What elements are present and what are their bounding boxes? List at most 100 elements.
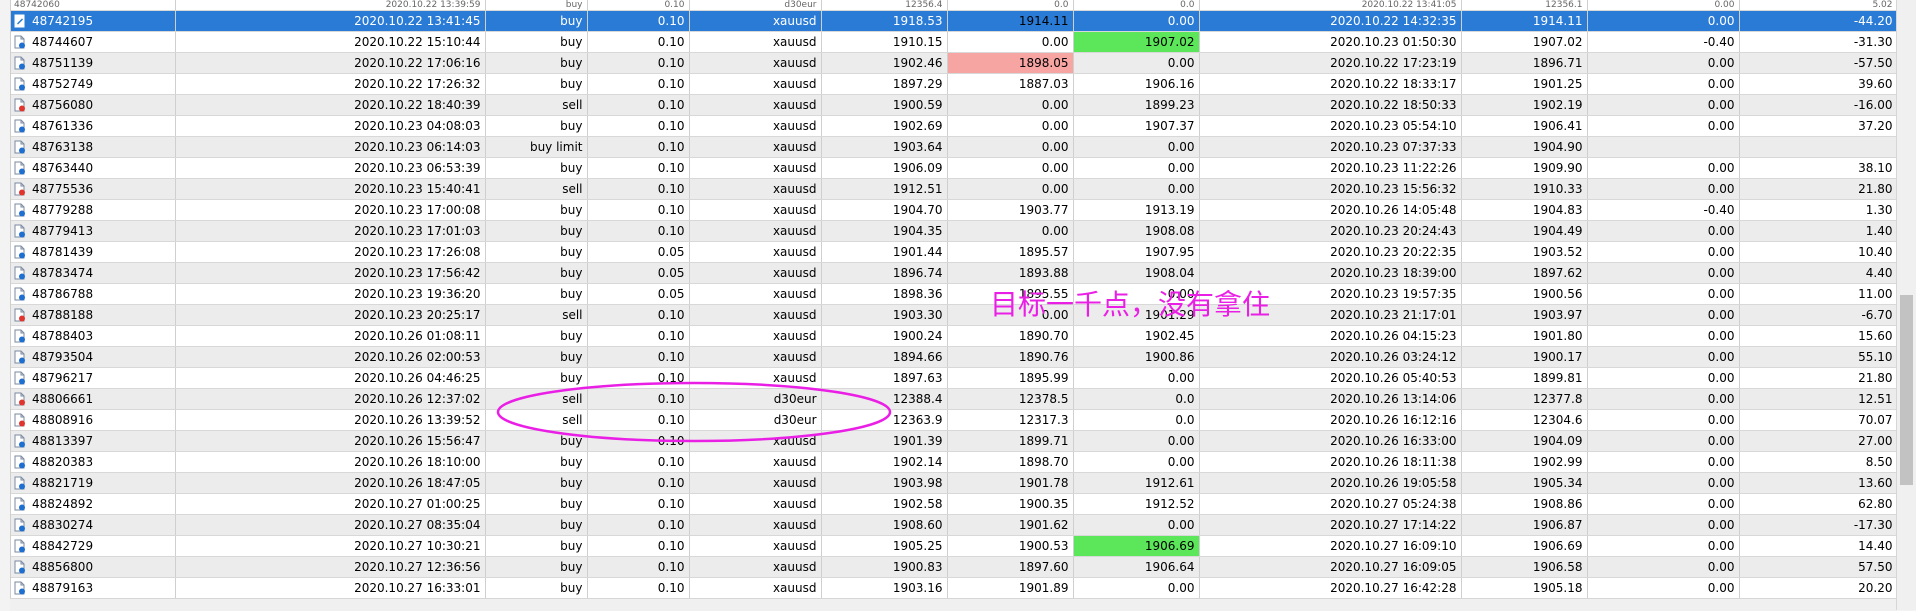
ticket-number: 48806661 xyxy=(32,392,94,406)
cell-open-time: 2020.10.23 17:01:03 xyxy=(175,220,486,242)
cell-ticket: 48761336 xyxy=(11,115,176,137)
table-row[interactable]: 48842729 2020.10.27 10:30:21 buy 0.10 xauusd… xyxy=(11,535,1897,557)
cell-size: 0.10 xyxy=(587,10,690,32)
cell-close-price: 1904.83 xyxy=(1461,199,1588,221)
table-row[interactable]: 48788403 2020.10.26 01:08:11 buy 0.10 xauusd… xyxy=(11,325,1897,347)
cell-symbol: xauusd xyxy=(689,430,822,452)
cell-close-price: 1899.81 xyxy=(1461,367,1588,389)
table-row-partial[interactable]: 48742060 2020.10.22 13:39:59 buy 0.10 d30eur… xyxy=(11,0,1897,11)
table-row[interactable]: 48742195 2020.10.22 13:41:45 buy 0.10 xauusd… xyxy=(11,10,1897,32)
table-row[interactable]: 48824892 2020.10.27 01:00:25 buy 0.10 xauusd… xyxy=(11,493,1897,515)
cell-open-time: 2020.10.23 17:26:08 xyxy=(175,241,486,263)
cell-commission: 0.00 xyxy=(1587,388,1740,410)
table-row[interactable]: 48779413 2020.10.23 17:01:03 buy 0.10 xauusd… xyxy=(11,220,1897,242)
table-row[interactable]: 48763440 2020.10.23 06:53:39 buy 0.10 xauusd… xyxy=(11,157,1897,179)
cell-size: 0.10 xyxy=(587,73,690,95)
cell-profit: 21.80 xyxy=(1739,367,1897,389)
scrollbar-thumb[interactable] xyxy=(1900,295,1913,485)
table-row[interactable]: 48751139 2020.10.22 17:06:16 buy 0.10 xauusd… xyxy=(11,52,1897,74)
cell-open-price: 1898.36 xyxy=(821,283,948,305)
buy-order-icon xyxy=(14,557,32,577)
cell-ticket: 48742060 xyxy=(11,0,176,11)
cell-profit: 13.60 xyxy=(1739,472,1897,494)
cell-sl: 1901.78 xyxy=(947,472,1074,494)
cell-open-time: 2020.10.26 15:56:47 xyxy=(175,430,486,452)
cell-profit: -31.30 xyxy=(1739,31,1897,53)
buy-order-icon xyxy=(14,158,32,178)
cell-symbol: xauusd xyxy=(689,262,822,284)
cell-tp: 0.00 xyxy=(1073,430,1200,452)
table-row[interactable]: 48761336 2020.10.23 04:08:03 buy 0.10 xauusd… xyxy=(11,115,1897,137)
cell-size: 0.10 xyxy=(587,388,690,410)
cell-ticket: 48779413 xyxy=(11,220,176,242)
buy-order-icon xyxy=(14,74,32,94)
cell-ticket: 48820383 xyxy=(11,451,176,473)
table-row[interactable]: 48879163 2020.10.27 16:33:01 buy 0.10 xauusd… xyxy=(11,577,1897,599)
table-row[interactable]: 48775536 2020.10.23 15:40:41 sell 0.10 xauus… xyxy=(11,178,1897,200)
table-row[interactable]: 48763138 2020.10.23 06:14:03 buy limit 0.10… xyxy=(11,136,1897,158)
table-row[interactable]: 48808916 2020.10.26 13:39:52 sell 0.10 d30eu… xyxy=(11,409,1897,431)
vertical-scrollbar[interactable] xyxy=(1896,0,1916,610)
cell-open-time: 2020.10.22 17:26:32 xyxy=(175,73,486,95)
table-row[interactable]: 48820383 2020.10.26 18:10:00 buy 0.10 xauusd… xyxy=(11,451,1897,473)
table-row[interactable]: 48793504 2020.10.26 02:00:53 buy 0.10 xauusd… xyxy=(11,346,1897,368)
cell-open-price: 1897.29 xyxy=(821,73,948,95)
cell-sl: 1897.60 xyxy=(947,556,1074,578)
cell-tp: 1908.08 xyxy=(1073,220,1200,242)
cell-tp: 1912.61 xyxy=(1073,472,1200,494)
table-row[interactable]: 48781439 2020.10.23 17:26:08 buy 0.05 xauusd… xyxy=(11,241,1897,263)
cell-ticket: 48742195 xyxy=(11,10,176,32)
cell-open-time: 2020.10.23 19:36:20 xyxy=(175,283,486,305)
cell-tp: 0.0 xyxy=(1073,0,1200,11)
cell-sl: 1903.77 xyxy=(947,199,1074,221)
trade-history-grid[interactable]: 48742060 2020.10.22 13:39:59 buy 0.10 d30eur… xyxy=(10,0,1897,610)
cell-open-price: 1912.51 xyxy=(821,178,948,200)
ticket-number: 48761336 xyxy=(32,119,94,133)
cell-open-time: 2020.10.26 12:37:02 xyxy=(175,388,486,410)
cell-commission: 0.00 xyxy=(1587,115,1740,137)
table-row[interactable]: 48744607 2020.10.22 15:10:44 buy 0.10 xauusd… xyxy=(11,31,1897,53)
cell-size: 0.10 xyxy=(587,94,690,116)
cell-profit: 5.02 xyxy=(1739,0,1897,11)
cell-close-time: 2020.10.22 17:23:19 xyxy=(1199,52,1462,74)
cell-profit: 27.00 xyxy=(1739,430,1897,452)
cell-close-time: 2020.10.23 05:54:10 xyxy=(1199,115,1462,137)
cell-close-time: 2020.10.26 03:24:12 xyxy=(1199,346,1462,368)
cell-sl: 1900.53 xyxy=(947,535,1074,557)
table-row[interactable]: 48788188 2020.10.23 20:25:17 sell 0.10 xauus… xyxy=(11,304,1897,326)
table-row[interactable]: 48752749 2020.10.22 17:26:32 buy 0.10 xauusd… xyxy=(11,73,1897,95)
cell-symbol: xauusd xyxy=(689,10,822,32)
cell-ticket: 48786788 xyxy=(11,283,176,305)
cell-type: buy xyxy=(485,451,588,473)
ticket-number: 48856800 xyxy=(32,560,94,574)
cell-open-time: 2020.10.23 15:40:41 xyxy=(175,178,486,200)
cell-tp: 0.00 xyxy=(1073,157,1200,179)
cell-size: 0.10 xyxy=(587,514,690,536)
table-row[interactable]: 48786788 2020.10.23 19:36:20 buy 0.05 xauusd… xyxy=(11,283,1897,305)
cell-commission: 0.00 xyxy=(1587,472,1740,494)
table-row[interactable]: 48779288 2020.10.23 17:00:08 buy 0.10 xauusd… xyxy=(11,199,1897,221)
cell-symbol: xauusd xyxy=(689,31,822,53)
cell-ticket: 48756080 xyxy=(11,94,176,116)
cell-profit: 8.50 xyxy=(1739,451,1897,473)
table-row[interactable]: 48756080 2020.10.22 18:40:39 sell 0.10 xauus… xyxy=(11,94,1897,116)
sell-order-icon xyxy=(14,95,32,115)
table-row[interactable]: 48813397 2020.10.26 15:56:47 buy 0.10 xauusd… xyxy=(11,430,1897,452)
cell-sl: 0.00 xyxy=(947,220,1074,242)
cell-close-time: 2020.10.26 19:05:58 xyxy=(1199,472,1462,494)
table-row[interactable]: 48806661 2020.10.26 12:37:02 sell 0.10 d30eu… xyxy=(11,388,1897,410)
cell-type: buy xyxy=(485,241,588,263)
ticket-number: 48786788 xyxy=(32,287,94,301)
cell-close-time: 2020.10.26 05:40:53 xyxy=(1199,367,1462,389)
cell-type: buy xyxy=(485,535,588,557)
ticket-number: 48830274 xyxy=(32,518,94,532)
table-row[interactable]: 48783474 2020.10.23 17:56:42 buy 0.05 xauusd… xyxy=(11,262,1897,284)
table-row[interactable]: 48856800 2020.10.27 12:36:56 buy 0.10 xauusd… xyxy=(11,556,1897,578)
horizontal-scrollbar[interactable] xyxy=(10,598,1896,611)
cell-type: buy xyxy=(485,10,588,32)
table-row[interactable]: 48796217 2020.10.26 04:46:25 buy 0.10 xauusd… xyxy=(11,367,1897,389)
cell-type: buy xyxy=(485,52,588,74)
cell-commission: 0.00 xyxy=(1587,430,1740,452)
table-row[interactable]: 48830274 2020.10.27 08:35:04 buy 0.10 xauusd… xyxy=(11,514,1897,536)
table-row[interactable]: 48821719 2020.10.26 18:47:05 buy 0.10 xauusd… xyxy=(11,472,1897,494)
